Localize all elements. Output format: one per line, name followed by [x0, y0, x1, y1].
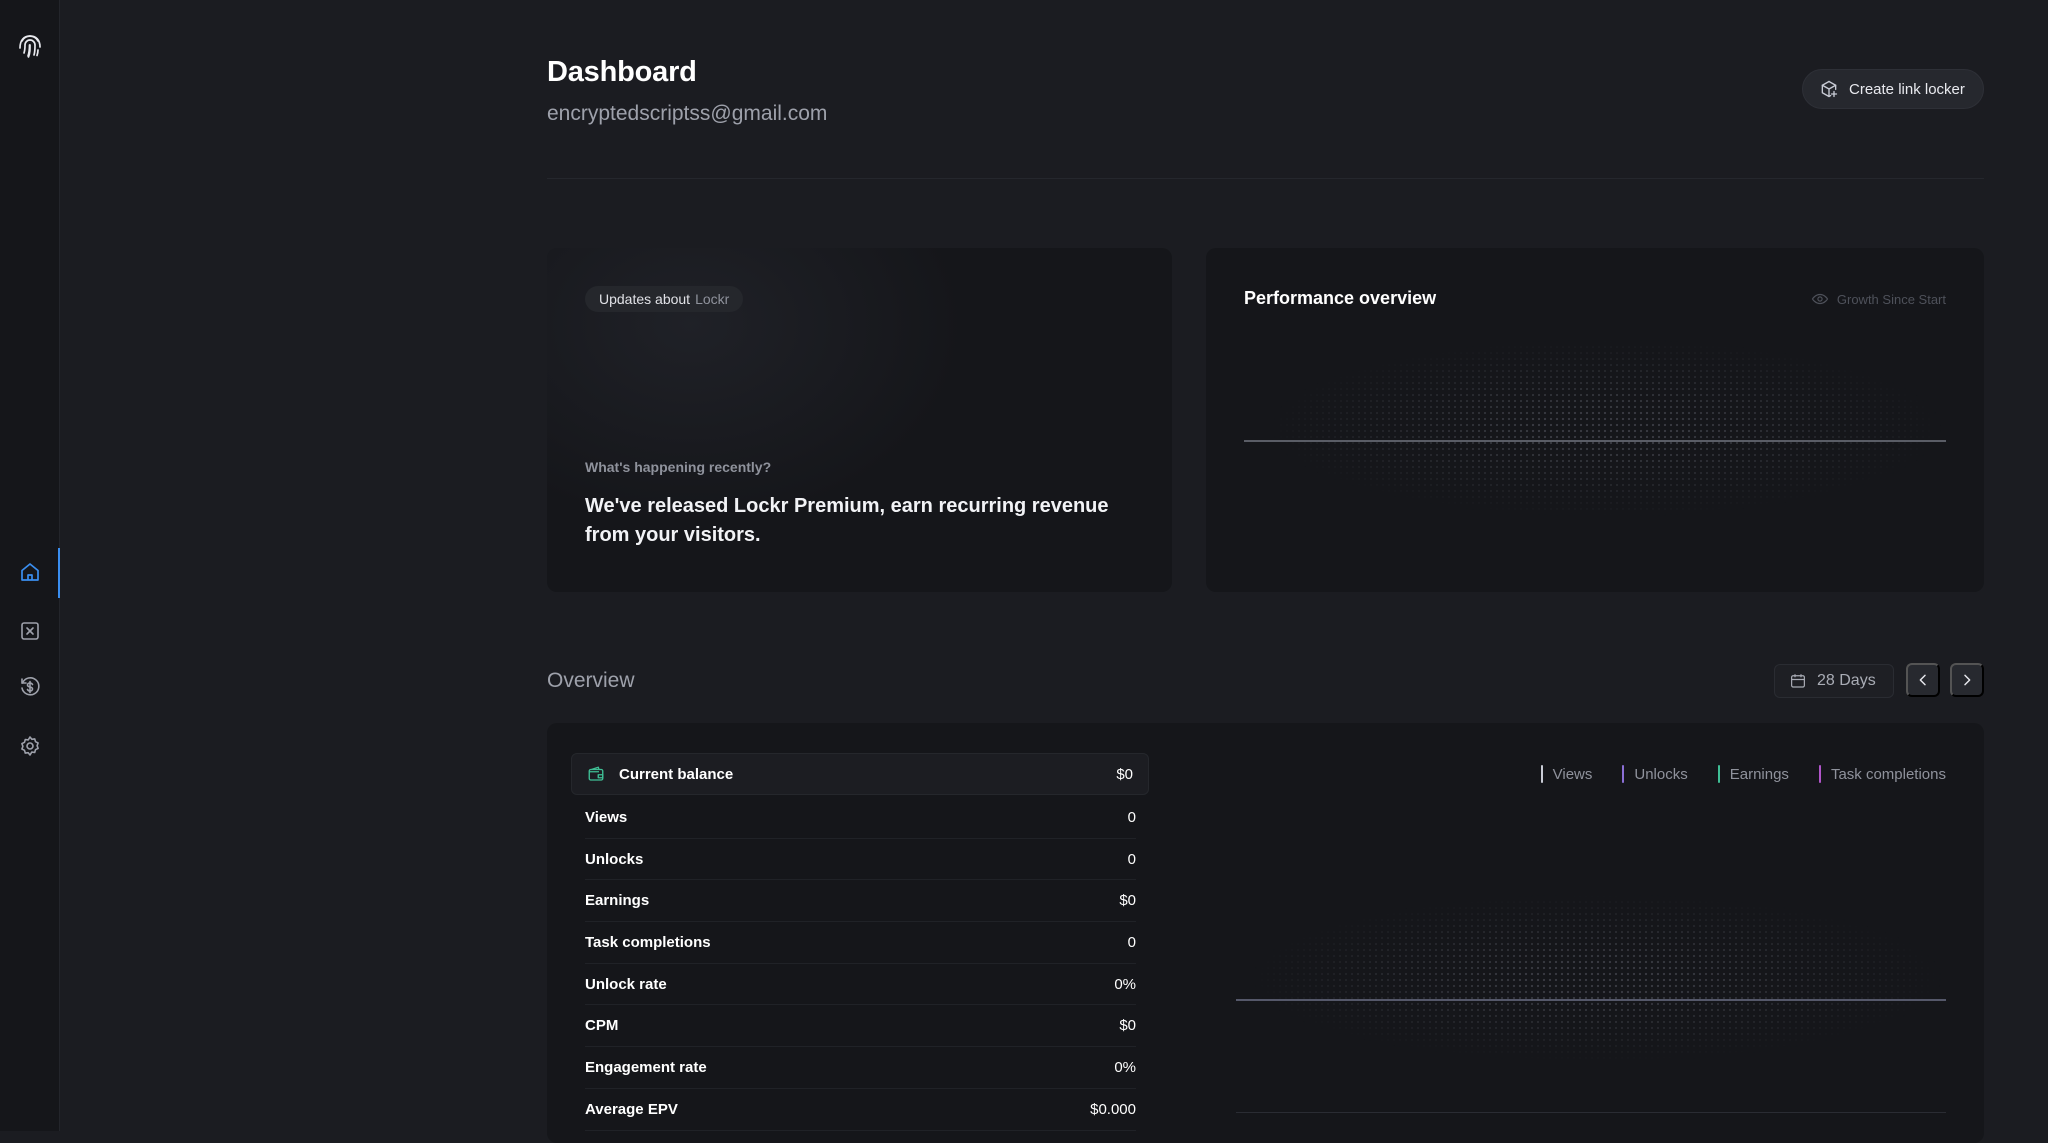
stat-row-average-epv: Average EPV $0.000: [585, 1089, 1136, 1131]
calendar-icon: [1791, 674, 1805, 688]
previous-period-button[interactable]: [1906, 663, 1940, 697]
legend-label: Views: [1552, 765, 1593, 783]
overview-title: Overview: [547, 669, 635, 692]
date-range-label: 28 Days: [1817, 672, 1876, 689]
stat-value: 0: [1127, 933, 1136, 951]
sidebar-item-lockers[interactable]: [18, 619, 42, 643]
current-balance-row: Current balance $0: [571, 753, 1149, 795]
stat-row-engagement-rate: Engagement rate 0%: [585, 1047, 1136, 1089]
home-icon: [21, 563, 39, 581]
updates-pill: Updates about Lockr: [585, 286, 744, 312]
stat-label: Average EPV: [585, 1100, 678, 1118]
updates-pill-brand: Lockr: [695, 291, 730, 307]
stat-value: 0%: [1114, 975, 1136, 993]
create-link-locker-label: Create link locker: [1849, 80, 1965, 98]
stat-value: 0: [1127, 850, 1136, 868]
legend-swatch: [1622, 765, 1625, 783]
current-balance-label: Current balance: [619, 765, 734, 783]
legend-swatch: [1818, 765, 1821, 783]
stat-row-unlock-rate: Unlock rate 0%: [585, 964, 1136, 1006]
current-balance-value: $0: [1116, 765, 1133, 783]
wallet-icon: [588, 766, 604, 781]
account-email: encryptedscriptss@gmail.com: [547, 102, 828, 125]
billing-icon: [21, 677, 40, 696]
performance-chart-line: [1244, 440, 1946, 442]
sidebar-item-home[interactable]: [18, 560, 42, 584]
create-link-locker-button[interactable]: Create link locker: [1802, 69, 1984, 109]
chevron-right-icon: [1964, 674, 1971, 686]
chevron-left-icon: [1919, 674, 1926, 686]
stat-value: $0.000: [1090, 1100, 1136, 1118]
stat-row-cpm: CPM $0: [585, 1005, 1136, 1048]
stat-label: CPM: [585, 1017, 619, 1035]
stat-value: $0: [1119, 892, 1136, 910]
legend-label: Earnings: [1729, 765, 1789, 783]
link-locker-icon: [21, 622, 39, 640]
fingerprint-icon[interactable]: [15, 30, 45, 60]
sidebar-item-billing[interactable]: [18, 675, 42, 699]
stat-row-task-completions: Task completions 0: [585, 922, 1136, 964]
stat-label: Views: [585, 808, 628, 826]
legend-item-task-completions[interactable]: Task completions: [1818, 765, 1946, 783]
performance-overview-card: Performance overview Growth Since Start: [1206, 248, 1984, 592]
stats-list: Views 0 Unlocks 0 Earnings $0 Task compl…: [585, 797, 1136, 1131]
performance-chart-dots: [1266, 338, 1946, 518]
active-indicator: [58, 548, 60, 598]
updates-kicker: What's happening recently?: [585, 459, 772, 475]
legend-label: Unlocks: [1634, 765, 1688, 783]
stat-value: $0: [1119, 1017, 1136, 1035]
stat-value: 0%: [1114, 1058, 1136, 1076]
main-content: Dashboard encryptedscriptss@gmail.com Cr…: [547, 0, 1984, 1143]
eye-icon: [1811, 293, 1829, 305]
sidebar: [0, 0, 60, 1131]
legend-item-views[interactable]: Views: [1540, 765, 1593, 783]
stat-label: Unlocks: [585, 850, 644, 868]
overview-chart-baseline: [1236, 1112, 1946, 1113]
stat-label: Engagement rate: [585, 1058, 707, 1076]
overview-stats-card: Current balance $0 Views 0 Unlocks 0 Ear…: [547, 723, 1984, 1143]
stat-row-earnings: Earnings $0: [585, 880, 1136, 923]
legend-swatch: [1717, 765, 1720, 783]
stat-label: Unlock rate: [585, 975, 667, 993]
legend-item-earnings[interactable]: Earnings: [1717, 765, 1789, 783]
performance-title: Performance overview: [1244, 288, 1437, 308]
stat-label: Earnings: [585, 892, 650, 910]
sidebar-item-settings[interactable]: [18, 734, 42, 758]
updates-pill-prefix: Updates about: [599, 291, 691, 307]
overview-chart-line: [1236, 999, 1946, 1001]
chart-legend: Views Unlocks Earnings Task completions: [1540, 765, 1946, 783]
package-plus-icon: [1821, 80, 1838, 98]
legend-label: Task completions: [1830, 765, 1946, 783]
next-period-button[interactable]: [1950, 663, 1984, 697]
updates-headline: We've released Lockr Premium, earn recur…: [585, 495, 1109, 546]
stat-row-views: Views 0: [585, 797, 1136, 839]
header-divider: [547, 178, 1984, 179]
growth-since-start-toggle[interactable]: Growth Since Start: [1811, 290, 1946, 308]
stat-value: 0: [1127, 808, 1136, 826]
legend-item-unlocks[interactable]: Unlocks: [1622, 765, 1688, 783]
updates-card: Updates about Lockr What's happening rec…: [547, 248, 1172, 592]
stat-label: Task completions: [585, 933, 711, 951]
overview-chart-dots: [1247, 893, 1947, 1063]
page-title: Dashboard: [547, 56, 697, 88]
growth-since-start-label: Growth Since Start: [1836, 291, 1946, 307]
legend-swatch: [1540, 765, 1543, 783]
date-range-selector[interactable]: 28 Days: [1774, 664, 1894, 698]
stat-row-unlocks: Unlocks 0: [585, 839, 1136, 881]
settings-icon: [21, 736, 39, 756]
